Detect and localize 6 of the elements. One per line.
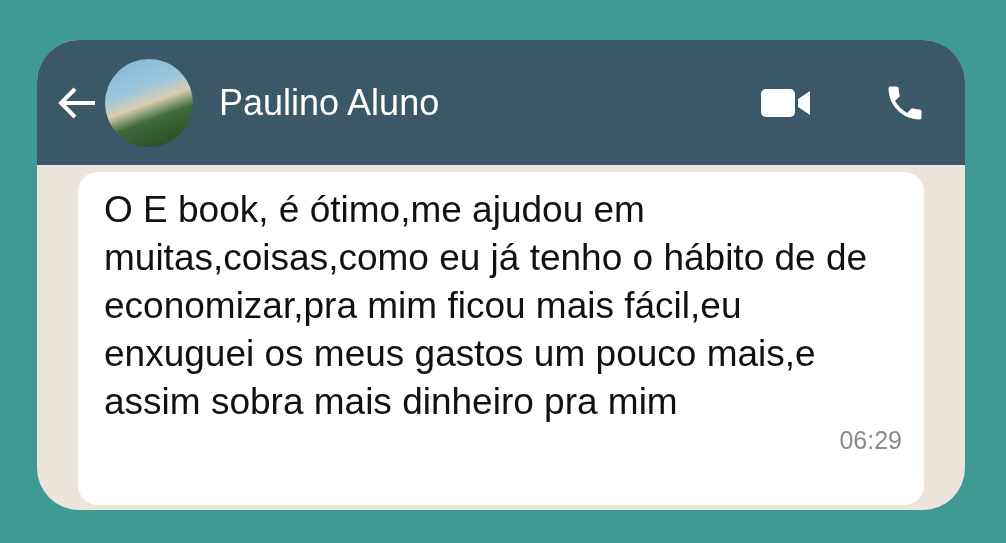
message-time: 06:29 <box>839 426 902 454</box>
back-arrow-icon <box>57 85 97 120</box>
contact-name[interactable]: Paulino Aluno <box>219 81 761 124</box>
message-text: O E book, é ótimo,me ajudou em muitas,coisas,como eu já tenho o hábito de de economizar,pra mim ficou mais fácil,eu enxuguei os meus gastos um pouco mais,e assim sobra mais dinheiro pra mim <box>104 188 869 424</box>
video-call-button[interactable] <box>761 87 811 118</box>
video-camera-icon <box>761 87 811 118</box>
